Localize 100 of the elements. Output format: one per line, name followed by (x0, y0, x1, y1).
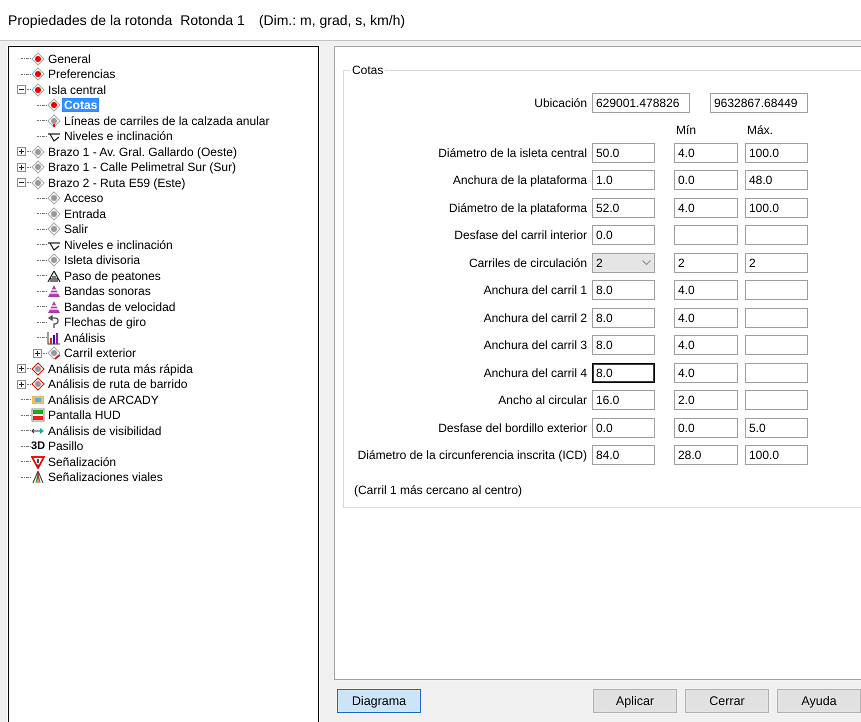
road-markings-icon (31, 470, 45, 484)
window-title: Propiedades de la rotonda (8, 12, 172, 28)
max-field[interactable] (745, 308, 808, 328)
expand-icon[interactable] (16, 380, 26, 389)
tree-item[interactable]: Brazo 1 - Calle Pelimetral Sur (Sur) (46, 160, 238, 174)
field-label: Ancho al circular (497, 393, 588, 408)
tree-item[interactable]: Acceso (62, 191, 106, 206)
max-field[interactable]: 48.0 (745, 170, 808, 190)
input-field[interactable]: 0.0 (592, 225, 655, 246)
field-label: Anchura del carril 2 (482, 310, 588, 325)
min-field[interactable]: 4.0 (674, 198, 738, 218)
tree-item[interactable]: Análisis de ruta de barrido (46, 377, 190, 392)
min-field[interactable]: 28.0 (674, 445, 738, 466)
input-field[interactable]: 8.0 (592, 280, 655, 300)
tree-item[interactable]: Análisis de visibilidad (46, 424, 164, 438)
collapse-icon[interactable] (16, 85, 26, 94)
tree-item[interactable]: Niveles e inclinación (62, 238, 175, 252)
input-field[interactable]: 629001.478826 (592, 93, 690, 113)
junction-node-icon (47, 206, 61, 221)
junction-node-icon (31, 52, 45, 66)
field-label: Anchura del carril 4 (482, 366, 588, 380)
input-field[interactable]: 0.0 (592, 418, 655, 438)
min-field[interactable]: 4.0 (674, 280, 738, 300)
max-field[interactable] (745, 390, 808, 410)
dropdown[interactable]: 2 (592, 252, 655, 273)
input-field[interactable]: 16.0 (592, 390, 655, 410)
expand-icon[interactable] (16, 364, 26, 374)
min-field[interactable]: 2 (674, 252, 738, 273)
bands-icon (47, 284, 61, 298)
tree-item[interactable]: Brazo 1 - Av. Gral. Gallardo (Oeste) (46, 144, 239, 159)
junction-node-icon (47, 253, 61, 268)
max-field[interactable]: 100.0 (745, 445, 808, 466)
tree-item[interactable]: Flechas de giro (62, 315, 148, 330)
tree-item[interactable]: Isleta divisoria (62, 253, 142, 268)
min-field[interactable]: 0.0 (674, 170, 738, 190)
min-field[interactable]: 4.0 (674, 335, 738, 356)
tree-item[interactable]: Señalización (46, 454, 118, 469)
tree-item[interactable]: Pantalla HUD (46, 408, 123, 422)
expand-icon[interactable] (32, 348, 42, 358)
tree-item[interactable]: Preferencias (46, 67, 118, 82)
tree-item[interactable]: Paso de peatones (62, 268, 163, 283)
input-field[interactable]: 1.0 (592, 170, 655, 190)
min-field[interactable]: 0.0 (674, 418, 738, 438)
tree-item[interactable]: Líneas de carriles de la calzada anular (62, 114, 272, 128)
tree-item[interactable]: Análisis de ruta más rápida (46, 362, 195, 376)
tree-item[interactable]: Niveles e inclinación (62, 129, 175, 144)
min-field[interactable]: 4.0 (674, 142, 738, 163)
expand-icon[interactable] (16, 147, 26, 156)
min-field[interactable]: 2.0 (674, 390, 738, 410)
input-field[interactable]: 52.0 (592, 198, 655, 218)
tree-item[interactable]: Carril exterior (62, 346, 138, 360)
note-text: (Carril 1 más cercano al centro) (354, 483, 524, 497)
dialog-button[interactable]: Cerrar (685, 689, 769, 713)
tree-item[interactable]: Isla central (46, 82, 108, 97)
min-field[interactable] (674, 225, 738, 246)
tree-item[interactable]: Análisis de ARCADY (46, 392, 161, 407)
junction-node-icon (31, 377, 45, 392)
collapse-icon[interactable] (16, 178, 26, 188)
max-field[interactable] (745, 280, 808, 300)
tree-item[interactable]: Señalizaciones viales (46, 470, 165, 484)
bar-chart-icon (47, 330, 61, 345)
junction-node-icon (31, 144, 45, 159)
max-field[interactable] (745, 335, 808, 356)
input-field[interactable]: 50.0 (592, 142, 655, 163)
min-field[interactable]: 4.0 (674, 362, 738, 383)
field-label: Diámetro de la isleta central (437, 146, 588, 160)
roundabout-name: Rotonda 1 (180, 12, 245, 28)
field-label: Carriles de circulación (468, 256, 588, 270)
expand-icon[interactable] (16, 162, 26, 172)
max-field[interactable]: 100.0 (745, 142, 808, 163)
input-field[interactable]: 8.0 (592, 362, 655, 383)
input-field[interactable]: 9632867.68449 (710, 93, 808, 113)
bands-icon (47, 300, 61, 314)
field-label: Desfase del carril interior (453, 228, 588, 242)
input-field[interactable]: 84.0 (592, 445, 655, 466)
tree-item[interactable]: Salir (62, 222, 90, 236)
tree-item[interactable]: Bandas de velocidad (62, 300, 178, 314)
group-title: Cotas (351, 63, 384, 77)
field-label: Desfase del bordillo exterior (437, 420, 588, 435)
max-field[interactable] (745, 362, 808, 383)
field-label: Diámetro de la plataforma (448, 200, 588, 215)
dialog-button[interactable]: Aplicar (593, 689, 677, 713)
max-field[interactable]: 2 (745, 252, 808, 273)
tree-item[interactable]: Brazo 2 - Ruta E59 (Este) (46, 176, 188, 190)
max-field[interactable]: 100.0 (745, 198, 808, 218)
tree-item[interactable]: Pasillo (46, 439, 86, 454)
field-label: Ubicación (533, 96, 588, 110)
tree-item[interactable]: Bandas sonoras (62, 284, 153, 298)
dialog-button[interactable]: Ayuda (777, 689, 861, 713)
max-field[interactable]: 5.0 (745, 418, 808, 438)
input-field[interactable]: 8.0 (592, 335, 655, 356)
tree-item[interactable]: Análisis (62, 330, 108, 345)
min-field[interactable]: 4.0 (674, 308, 738, 328)
junction-node-icon (47, 98, 61, 112)
field-label: Anchura de la plataforma (452, 173, 588, 188)
input-field[interactable]: 8.0 (592, 308, 655, 328)
tree-item[interactable]: Entrada (62, 206, 108, 221)
tree-item[interactable]: General (46, 52, 93, 66)
dialog-button[interactable]: Diagrama (337, 689, 421, 713)
max-field[interactable] (745, 225, 808, 246)
